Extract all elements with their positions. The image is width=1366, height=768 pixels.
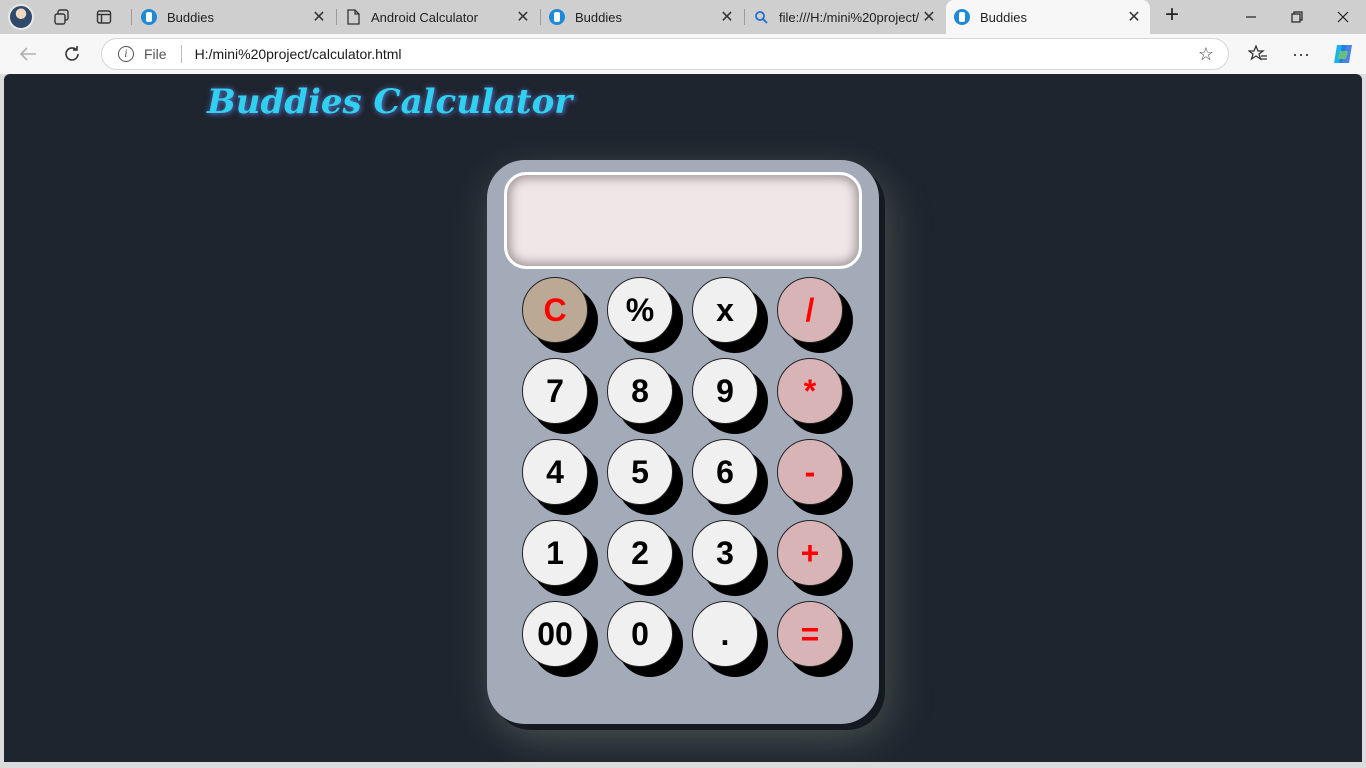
profile-avatar[interactable] [8, 4, 34, 30]
tab-strip: Buddies ✕ Android Calculator ✕ Buddies ✕… [0, 0, 1366, 34]
close-icon[interactable]: ✕ [717, 7, 737, 27]
minimize-icon[interactable] [1228, 0, 1274, 34]
new-tab-icon[interactable]: + [1159, 1, 1185, 28]
page-viewport: Buddies Calculator C % x / 7 8 9 * 4 5 6… [4, 74, 1362, 762]
restore-icon[interactable] [1274, 0, 1320, 34]
more-options-icon[interactable]: ··· [1286, 40, 1316, 68]
favorites-icon[interactable] [1243, 40, 1273, 68]
page-icon [345, 9, 361, 25]
calculator-display [504, 172, 862, 269]
key-divide[interactable]: / [777, 277, 843, 343]
key-add[interactable]: + [777, 520, 843, 586]
tab-buddies-2[interactable]: Buddies ✕ [541, 0, 743, 34]
close-icon[interactable]: ✕ [513, 7, 533, 27]
key-3[interactable]: 3 [692, 520, 758, 586]
tab-title: file:///H:/mini%20project/c [779, 9, 919, 25]
key-9[interactable]: 9 [692, 358, 758, 424]
key-6[interactable]: 6 [692, 439, 758, 505]
key-clear[interactable]: C [522, 277, 588, 343]
tab-file-search[interactable]: file:///H:/mini%20project/c ✕ [745, 0, 945, 34]
tab-title: Buddies [167, 9, 214, 25]
key-subtract[interactable]: - [777, 439, 843, 505]
close-icon[interactable]: ✕ [309, 7, 329, 27]
window-close-icon[interactable] [1320, 0, 1366, 34]
search-icon [753, 9, 769, 25]
tab-title: Android Calculator [371, 9, 478, 25]
key-0[interactable]: 0 [607, 601, 673, 667]
key-x[interactable]: x [692, 277, 758, 343]
key-double-zero[interactable]: 00 [522, 601, 588, 667]
key-8[interactable]: 8 [607, 358, 673, 424]
key-1[interactable]: 1 [522, 520, 588, 586]
refresh-icon[interactable] [57, 40, 87, 68]
tab-android-calculator[interactable]: Android Calculator ✕ [337, 0, 539, 34]
key-percent[interactable]: % [607, 277, 673, 343]
buddies-favicon [141, 9, 157, 25]
key-7[interactable]: 7 [522, 358, 588, 424]
tab-buddies-1[interactable]: Buddies ✕ [133, 0, 335, 34]
page-title: Buddies Calculator [207, 82, 573, 122]
calculator-body: C % x / 7 8 9 * 4 5 6 - 1 2 3 + 00 0 . = [487, 160, 879, 724]
tab-buddies-active[interactable]: Buddies ✕ [946, 0, 1150, 34]
copilot-icon[interactable] [1328, 40, 1358, 68]
key-2[interactable]: 2 [607, 520, 673, 586]
key-4[interactable]: 4 [522, 439, 588, 505]
scheme-label: File [144, 46, 167, 62]
key-equals[interactable]: = [777, 601, 843, 667]
url-text[interactable]: H:/mini%20project/calculator.html [195, 46, 402, 62]
tab-title: Buddies [575, 9, 622, 25]
favorite-star-icon[interactable]: ☆ [1198, 44, 1214, 65]
key-decimal[interactable]: . [692, 601, 758, 667]
workspaces-icon[interactable] [49, 5, 75, 29]
back-arrow-icon[interactable] [13, 40, 43, 68]
address-bar[interactable]: i File H:/mini%20project/calculator.html… [101, 38, 1229, 70]
close-icon[interactable]: ✕ [1124, 7, 1144, 27]
info-icon[interactable]: i [118, 46, 134, 62]
address-toolbar: i File H:/mini%20project/calculator.html… [0, 34, 1366, 74]
key-5[interactable]: 5 [607, 439, 673, 505]
buddies-favicon [549, 9, 565, 25]
key-multiply[interactable]: * [777, 358, 843, 424]
close-icon[interactable]: ✕ [919, 7, 939, 27]
tab-actions-icon[interactable] [91, 5, 117, 29]
buddies-favicon [954, 9, 970, 25]
tab-title: Buddies [980, 9, 1027, 25]
